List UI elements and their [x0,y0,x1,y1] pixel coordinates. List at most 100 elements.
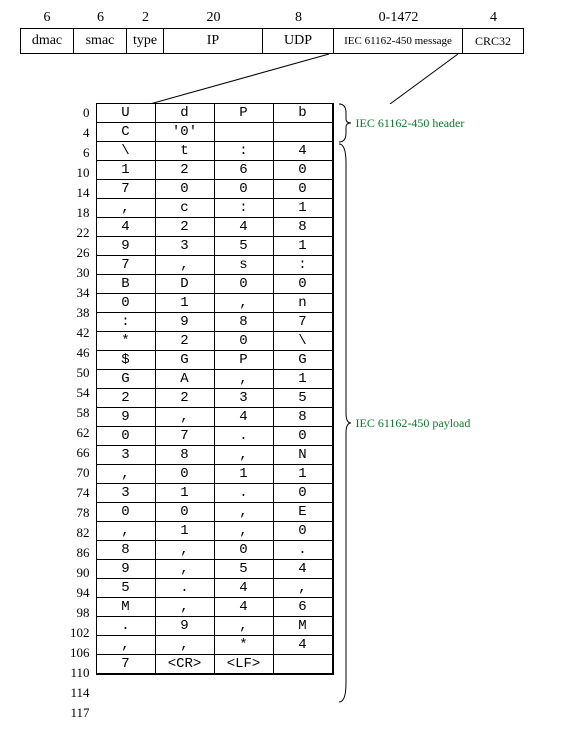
byte-row: UdPb [97,104,333,123]
byte-cell: , [96,464,156,484]
packet-field-box: IEC 61162-450 message [333,28,463,54]
byte-cell: 2 [155,217,215,237]
offset-value: 18 [77,203,90,223]
byte-cell: 2 [96,388,156,408]
byte-cell: . [214,426,274,446]
offset-value: 50 [77,363,90,383]
byte-cell: N [273,445,333,465]
byte-cell: 4 [214,597,274,617]
byte-row: GA,1 [97,370,333,389]
byte-cell: . [96,616,156,636]
packet-field-size: 6 [97,10,104,26]
byte-cell: P [214,103,274,123]
byte-cell: , [214,502,274,522]
byte-cell: 8 [273,407,333,427]
byte-cell: 1 [155,521,215,541]
byte-cell: 2 [155,160,215,180]
byte-cell: , [96,521,156,541]
byte-row: 4248 [97,218,333,237]
byte-cell: 3 [96,483,156,503]
byte-cell: \ [273,331,333,351]
offset-value: 94 [77,583,90,603]
byte-cell: 1 [273,369,333,389]
byte-cell: 1 [214,464,274,484]
offset-value: 78 [77,503,90,523]
offset-value: 4 [83,123,90,143]
byte-cell: 7 [273,312,333,332]
offset-value: 14 [77,183,90,203]
packet-field-box: IP [163,28,263,54]
byte-cell: 8 [155,445,215,465]
byte-row: 7000 [97,180,333,199]
byte-row: 1260 [97,161,333,180]
byte-row: :987 [97,313,333,332]
offset-value: 46 [77,343,90,363]
byte-row: *20\ [97,332,333,351]
byte-row: 00,E [97,503,333,522]
byte-cell: 0 [96,502,156,522]
brace-labels: IEC 61162-450 header IEC 61162-450 paylo… [334,103,471,703]
byte-cell: 4 [273,559,333,579]
byte-row: \t:4 [97,142,333,161]
packet-field-box: UDP [262,28,334,54]
byte-row: ,1,0 [97,522,333,541]
byte-cell: D [155,274,215,294]
offset-value: 42 [77,323,90,343]
offset-value: 66 [77,443,90,463]
byte-cell: 0 [214,331,274,351]
byte-cell: P [214,350,274,370]
byte-row: 7<CR><LF> [97,655,333,674]
byte-cell: 0 [155,179,215,199]
byte-cell: * [96,331,156,351]
byte-cell: , [155,597,215,617]
byte-cell: : [273,255,333,275]
byte-row: 38,N [97,446,333,465]
byte-cell: , [214,293,274,313]
byte-cell: M [273,616,333,636]
packet-field-box: dmac [20,28,74,54]
byte-cell: 0 [214,179,274,199]
byte-cell: 4 [214,217,274,237]
byte-row: 9,48 [97,408,333,427]
byte-cell: , [214,616,274,636]
byte-cell: d [155,103,215,123]
byte-cell: 1 [273,236,333,256]
byte-cell: C [96,122,156,142]
byte-cell: 5 [273,388,333,408]
offset-value: 90 [77,563,90,583]
byte-cell: , [155,559,215,579]
byte-cell: 0 [214,540,274,560]
byte-row: 2235 [97,389,333,408]
offset-value: 58 [77,403,90,423]
byte-cell: A [155,369,215,389]
byte-cell: 0 [273,521,333,541]
byte-cell: 8 [96,540,156,560]
byte-cell: U [96,103,156,123]
byte-cell: 1 [273,198,333,218]
offset-value: 26 [77,243,90,263]
byte-row: C'0' [97,123,333,142]
byte-cell: 0 [96,426,156,446]
byte-cell: 4 [273,635,333,655]
offset-value: 106 [70,643,90,663]
offset-value: 38 [77,303,90,323]
byte-cell: 3 [155,236,215,256]
offset-column: 0461014182226303438424650545862667074788… [70,103,96,723]
byte-row: 01,n [97,294,333,313]
byte-cell: 9 [96,559,156,579]
byte-cell: 7 [96,179,156,199]
packet-field-size: 8 [295,10,302,26]
byte-cell: 9 [96,407,156,427]
offset-value: 74 [77,483,90,503]
byte-cell: 0 [273,274,333,294]
packet-structure: 6dmac6smac2type20IP8UDP0-1472IEC 61162-4… [20,10,568,54]
byte-cell: t [155,141,215,161]
byte-cell: , [214,369,274,389]
byte-grid: UdPbC'0'\t:412607000,c:1424893517,s:BD00… [96,103,334,675]
byte-cell: 0 [273,426,333,446]
byte-cell: 0 [155,464,215,484]
byte-cell [273,654,333,674]
byte-cell: , [155,540,215,560]
offset-value: 22 [77,223,90,243]
byte-cell: 9 [155,616,215,636]
